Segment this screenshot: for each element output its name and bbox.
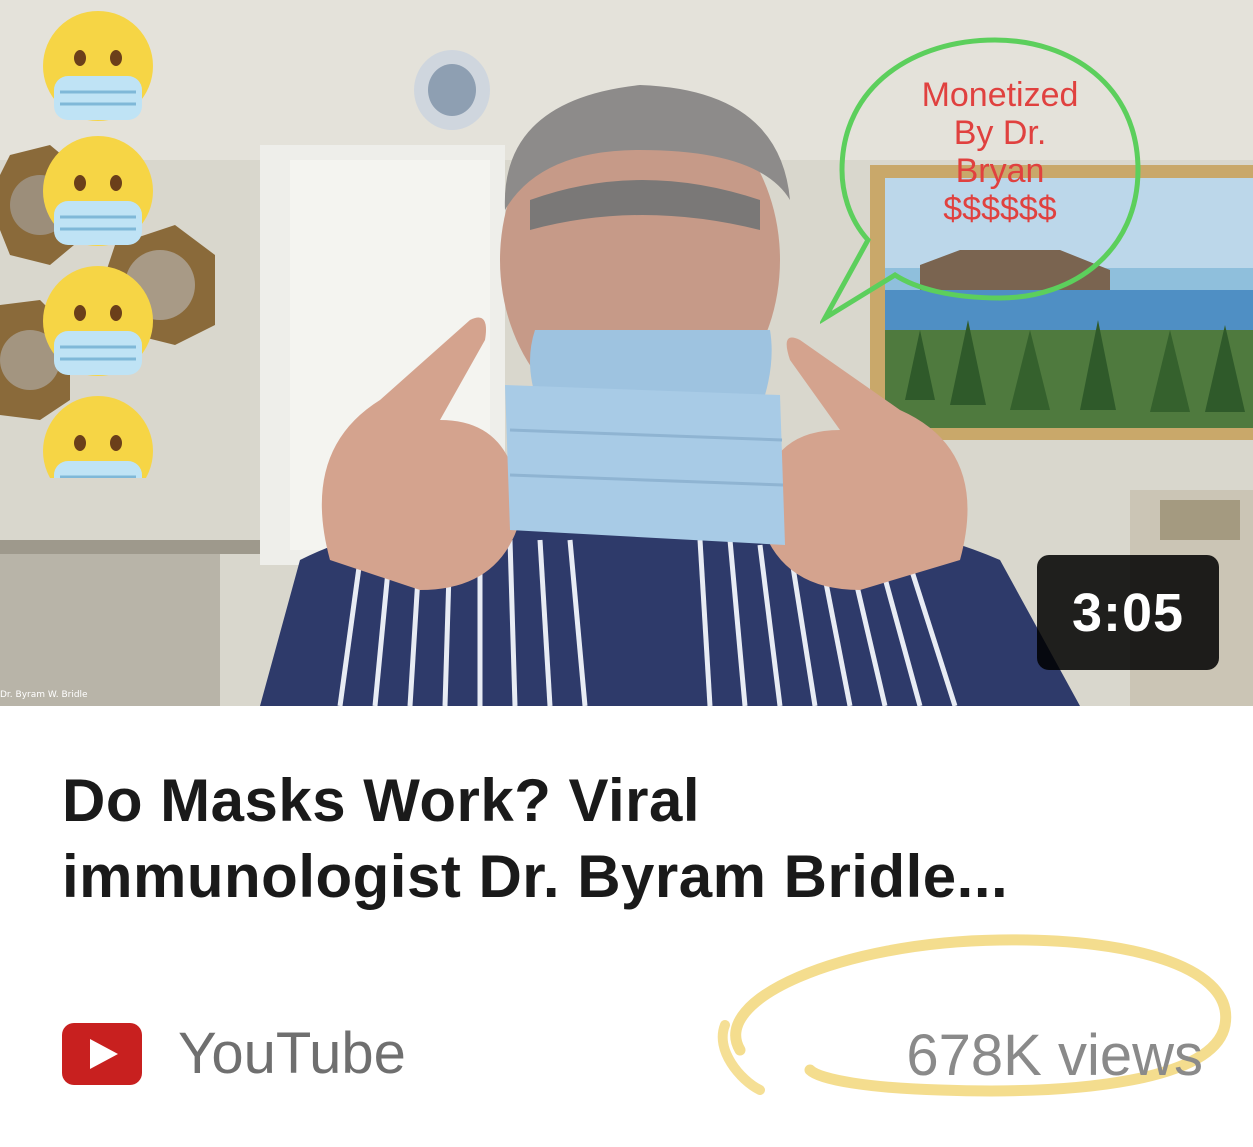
video-title-line: Do Masks Work? Viral xyxy=(62,767,701,834)
speech-bubble-line: $$$$$$ xyxy=(943,190,1057,228)
speech-bubble-line: Bryan xyxy=(955,152,1045,190)
duration-badge: 3:05 xyxy=(1037,555,1219,670)
video-title-line: immunologist Dr. Byram Bridle... xyxy=(62,843,1009,910)
participant-caption: Dr. Byram W. Bridle xyxy=(0,690,88,700)
mask-emoji-column xyxy=(43,11,153,478)
mask-emoji-icon xyxy=(43,11,153,121)
speech-bubble-text: Monetized By Dr. Bryan $$$$$$ xyxy=(880,76,1120,228)
mask-emoji-icon xyxy=(43,266,153,376)
source-link[interactable]: YouTube xyxy=(62,1020,406,1087)
video-thumbnail[interactable]: Monetized By Dr. Bryan $$$$$$ Dr. Byram … xyxy=(0,0,1253,706)
view-count: 678K views xyxy=(906,1023,1203,1088)
mask-emoji-icon xyxy=(43,396,153,478)
youtube-logo-icon xyxy=(62,1022,142,1085)
speech-bubble-line: By Dr. xyxy=(953,114,1047,152)
mask-emoji-icon xyxy=(43,136,153,246)
video-title[interactable]: Do Masks Work? Viral immunologist Dr. By… xyxy=(62,763,1202,915)
speech-bubble-line: Monetized xyxy=(921,76,1079,114)
source-name: YouTube xyxy=(178,1021,406,1086)
